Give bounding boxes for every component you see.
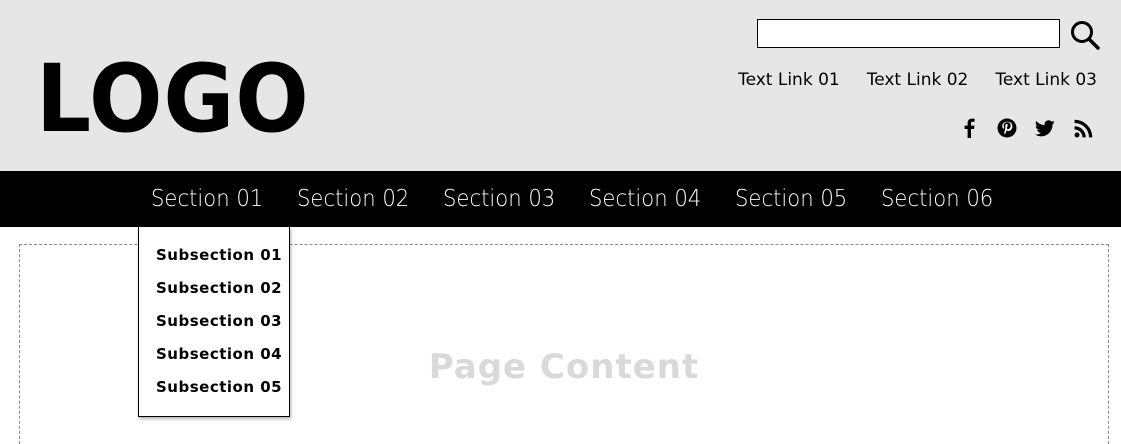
search-button[interactable] (1068, 18, 1102, 52)
subsection-02[interactable]: Subsection 02 (139, 277, 289, 310)
twitter-link[interactable] (1035, 116, 1055, 140)
text-link-01[interactable]: Text Link 01 (738, 69, 840, 91)
text-link-03[interactable]: Text Link 03 (995, 69, 1097, 91)
nav-section-04[interactable]: Section 04 (589, 171, 701, 227)
search-input[interactable] (757, 19, 1060, 48)
pinterest-link[interactable] (997, 116, 1017, 140)
facebook-icon (964, 118, 975, 138)
nav-section-05[interactable]: Section 05 (735, 171, 847, 227)
main-nav: Section 01 Section 02 Section 03 Section… (0, 171, 1121, 227)
nav-section-02[interactable]: Section 02 (297, 171, 409, 227)
rss-icon (1074, 119, 1092, 137)
search-icon (1071, 21, 1100, 50)
subsection-03[interactable]: Subsection 03 (139, 310, 289, 343)
subsection-04[interactable]: Subsection 04 (139, 343, 289, 376)
pinterest-icon (997, 118, 1017, 138)
nav-section-01[interactable]: Section 01 (151, 171, 263, 227)
rss-link[interactable] (1073, 116, 1093, 140)
site-header: LOGO Text Link 01 Text Link 02 Text Link… (0, 0, 1121, 171)
text-link-02[interactable]: Text Link 02 (867, 69, 969, 91)
subsection-05[interactable]: Subsection 05 (139, 376, 289, 409)
facebook-link[interactable] (959, 116, 979, 140)
twitter-icon (1035, 119, 1055, 136)
utility-links: Text Link 01 Text Link 02 Text Link 03 (738, 69, 1097, 91)
logo[interactable]: LOGO (36, 48, 310, 152)
nav-section-03[interactable]: Section 03 (443, 171, 555, 227)
section-dropdown-menu: Subsection 01 Subsection 02 Subsection 0… (138, 227, 290, 417)
subsection-01[interactable]: Subsection 01 (139, 244, 289, 277)
nav-section-06[interactable]: Section 06 (881, 171, 993, 227)
social-links (959, 116, 1093, 140)
